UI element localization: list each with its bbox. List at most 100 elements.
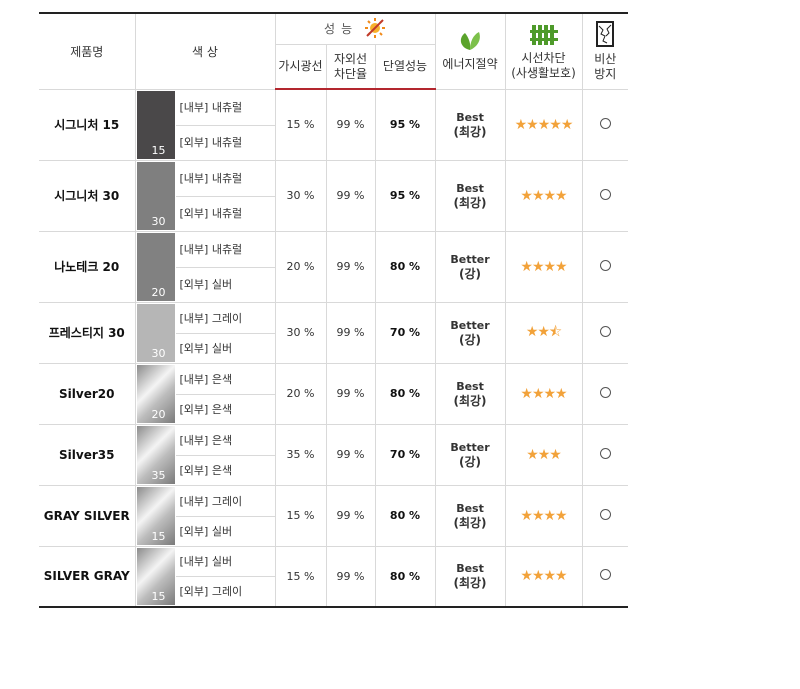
table-row: SILVER GRAY 15 [내부] 실버 [외부] 그레이 15 % 99 … — [39, 545, 629, 608]
swatch-number: 20 — [151, 407, 166, 421]
color-sides: [내부] 내츄럴 [외부] 내츄럴 — [175, 161, 275, 231]
color-swatch: 30 — [136, 303, 175, 362]
swatch-number: 30 — [151, 346, 166, 360]
visible-light-cell: 35 % — [274, 423, 327, 485]
privacy-stars: ★★★★ — [520, 385, 567, 402]
outer-color: [외부] 내츄럴 — [179, 136, 243, 149]
inner-color: [내부] 내츄럴 — [175, 161, 275, 197]
table-row: 나노테크 20 20 [내부] 내츄럴 [외부] 실버 20 % 99 % 80… — [39, 230, 629, 302]
color-swatch: 15 — [136, 90, 175, 159]
uv-block-cell: 99 % — [325, 545, 376, 608]
sun-heat-icon — [364, 17, 386, 42]
inner-color: [내부] 내츄럴 — [175, 90, 275, 126]
visible-light-value: 20 % — [286, 260, 315, 273]
swatch-number: 20 — [151, 285, 166, 299]
visible-light-value: 15 % — [286, 569, 315, 583]
header-insulation-label: 단열성능 — [382, 59, 428, 73]
insulation-value: 80 % — [389, 260, 421, 273]
uv-block-value: 99 % — [336, 387, 365, 400]
color-sides: [내부] 실버 [외부] 그레이 — [175, 547, 275, 607]
insulation-cell: 70 % — [374, 301, 436, 363]
color-cell: 20 [내부] 내츄럴 [외부] 실버 — [134, 230, 276, 302]
energy-level: (최강) — [453, 195, 487, 210]
uv-block-cell: 99 % — [325, 159, 376, 231]
shatter-cell — [581, 159, 629, 231]
visible-light-cell: 15 % — [274, 545, 327, 608]
color-sides: [내부] 그레이 [외부] 실버 — [175, 303, 275, 363]
energy-cell: Best (최강) — [434, 362, 506, 424]
swatch-number: 15 — [151, 590, 166, 603]
visible-light-cell: 20 % — [274, 230, 327, 302]
outer-color: [외부] 실버 — [179, 278, 233, 291]
header-privacy: 시선차단 (사생활보호) — [504, 12, 583, 89]
shatter-circle-icon — [599, 569, 611, 581]
shatter-cell — [581, 301, 629, 363]
energy-cell: Best (최강) — [434, 159, 506, 231]
uv-block-cell: 99 % — [325, 88, 376, 160]
outer-color: [외부] 내츄럴 — [179, 207, 243, 220]
shatter-circle-icon — [599, 508, 611, 520]
swatch-number: 15 — [151, 143, 166, 157]
color-sides: [내부] 은색 [외부] 은색 — [175, 364, 275, 424]
color-swatch: 20 — [136, 364, 175, 423]
energy-cell: Better (강) — [434, 423, 506, 485]
shatter-cell — [581, 230, 629, 302]
visible-light-cell: 15 % — [274, 484, 327, 546]
privacy-stars: ★★⯪ — [525, 323, 562, 340]
color-cell: 35 [내부] 은색 [외부] 은색 — [134, 423, 276, 485]
product-name-cell: Silver20 — [39, 362, 136, 424]
table-row: 시그니처 30 30 [내부] 내츄럴 [외부] 내츄럴 30 % 99 % 9… — [39, 159, 629, 231]
color-cell: 30 [내부] 내츄럴 [외부] 내츄럴 — [134, 159, 276, 231]
uv-block-cell: 99 % — [325, 362, 376, 424]
product-name: 시그니처 15 — [54, 118, 120, 132]
energy-cell: Best (최강) — [434, 88, 506, 160]
uv-block-cell: 99 % — [325, 230, 376, 302]
swatch-number: 30 — [151, 214, 166, 228]
header-privacy-line2: (사생활보호) — [511, 65, 576, 80]
privacy-cell: ★★★★★ — [504, 88, 583, 160]
energy-rating: Best — [456, 110, 484, 124]
table-row: Silver35 35 [내부] 은색 [외부] 은색 35 % 99 % 70… — [39, 423, 629, 485]
product-name-cell: 시그니처 30 — [39, 159, 136, 231]
color-sides: [내부] 내츄럴 [외부] 내츄럴 — [175, 90, 275, 160]
energy-level: (최강) — [453, 393, 487, 408]
header-shatter-line1: 비산 — [594, 51, 617, 66]
privacy-cell: ★★★ — [504, 423, 583, 485]
inner-color: [내부] 은색 — [175, 364, 275, 395]
energy-level: (강) — [459, 266, 482, 281]
visible-light-value: 35 % — [286, 448, 315, 461]
insulation-cell: 80 % — [374, 362, 436, 424]
swatch-number: 35 — [151, 468, 166, 482]
energy-level: (최강) — [453, 515, 487, 530]
privacy-cell: ★★★★ — [504, 545, 583, 608]
header-performance: 성능 — [274, 12, 436, 45]
outer-color: [외부] 실버 — [179, 341, 233, 355]
insulation-cell: 80 % — [374, 545, 436, 608]
outer-color: [외부] 실버 — [179, 524, 233, 538]
energy-rating: Best — [456, 379, 484, 393]
color-cell: 15 [내부] 내츄럴 [외부] 내츄럴 — [134, 88, 276, 160]
shatter-cell — [581, 545, 629, 608]
visible-light-cell: 30 % — [274, 159, 327, 231]
energy-cell: Better (강) — [434, 230, 506, 302]
insulation-value: 80 % — [389, 509, 421, 522]
product-name: 프레스티지 30 — [48, 326, 125, 340]
shatter-cell — [581, 88, 629, 160]
privacy-cell: ★★⯪ — [504, 301, 583, 363]
privacy-cell: ★★★★ — [504, 484, 583, 546]
product-name: GRAY SILVER — [43, 508, 130, 523]
privacy-stars: ★★★★ — [520, 258, 567, 275]
insulation-value: 80 % — [389, 387, 421, 400]
privacy-stars: ★★★★ — [520, 568, 567, 585]
insulation-value: 80 % — [389, 569, 421, 583]
header-uv-block: 자외선 차단율 — [325, 44, 376, 90]
header-energy-label: 에너지절약 — [442, 57, 498, 72]
shatter-circle-icon — [599, 325, 611, 337]
product-name-cell: 프레스티지 30 — [39, 301, 136, 363]
insulation-cell: 80 % — [374, 484, 436, 546]
header-visible-light: 가시광선 — [274, 44, 327, 90]
privacy-stars: ★★★★★ — [514, 116, 574, 133]
product-name: Silver35 — [59, 447, 115, 462]
outer-color: [외부] 은색 — [179, 402, 233, 416]
color-swatch: 35 — [136, 425, 175, 484]
